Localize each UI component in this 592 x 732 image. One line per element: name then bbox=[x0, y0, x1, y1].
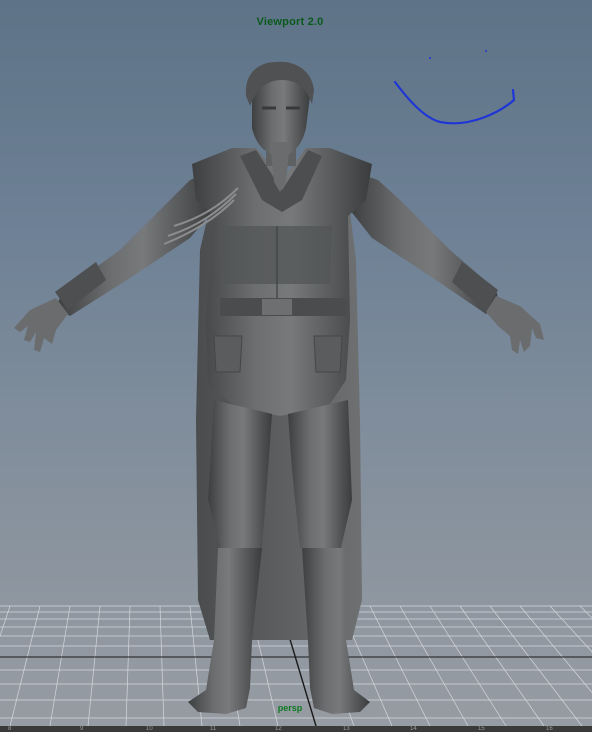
ruler-tick: 13 bbox=[343, 726, 350, 732]
viewport-title: Viewport 2.0 bbox=[256, 16, 324, 28]
viewport-scene[interactable] bbox=[0, 0, 592, 732]
right-hand bbox=[486, 296, 544, 354]
character-mesh[interactable] bbox=[14, 61, 544, 714]
left-pocket bbox=[213, 335, 243, 373]
bottom-ruler: 8 9 10 11 12 13 14 15 16 bbox=[0, 726, 592, 732]
camera-label: persp bbox=[277, 703, 303, 713]
freehand-stroke-icon[interactable] bbox=[393, 50, 516, 125]
ruler-tick: 8 bbox=[8, 726, 12, 732]
ruler-tick: 12 bbox=[275, 726, 282, 732]
ruler-tick: 11 bbox=[210, 726, 217, 732]
belt-buckle bbox=[262, 299, 292, 315]
left-leg bbox=[208, 400, 272, 552]
maya-viewport[interactable]: Viewport 2.0 persp 8 9 10 11 12 13 14 15… bbox=[0, 0, 592, 732]
ruler-tick: 15 bbox=[478, 726, 485, 732]
ruler-tick: 16 bbox=[546, 726, 553, 732]
ruler-tick: 10 bbox=[146, 726, 153, 732]
ruler-tick: 9 bbox=[80, 726, 84, 732]
ruler-tick: 14 bbox=[410, 726, 417, 732]
left-hand bbox=[14, 298, 68, 352]
right-pocket bbox=[313, 335, 343, 373]
